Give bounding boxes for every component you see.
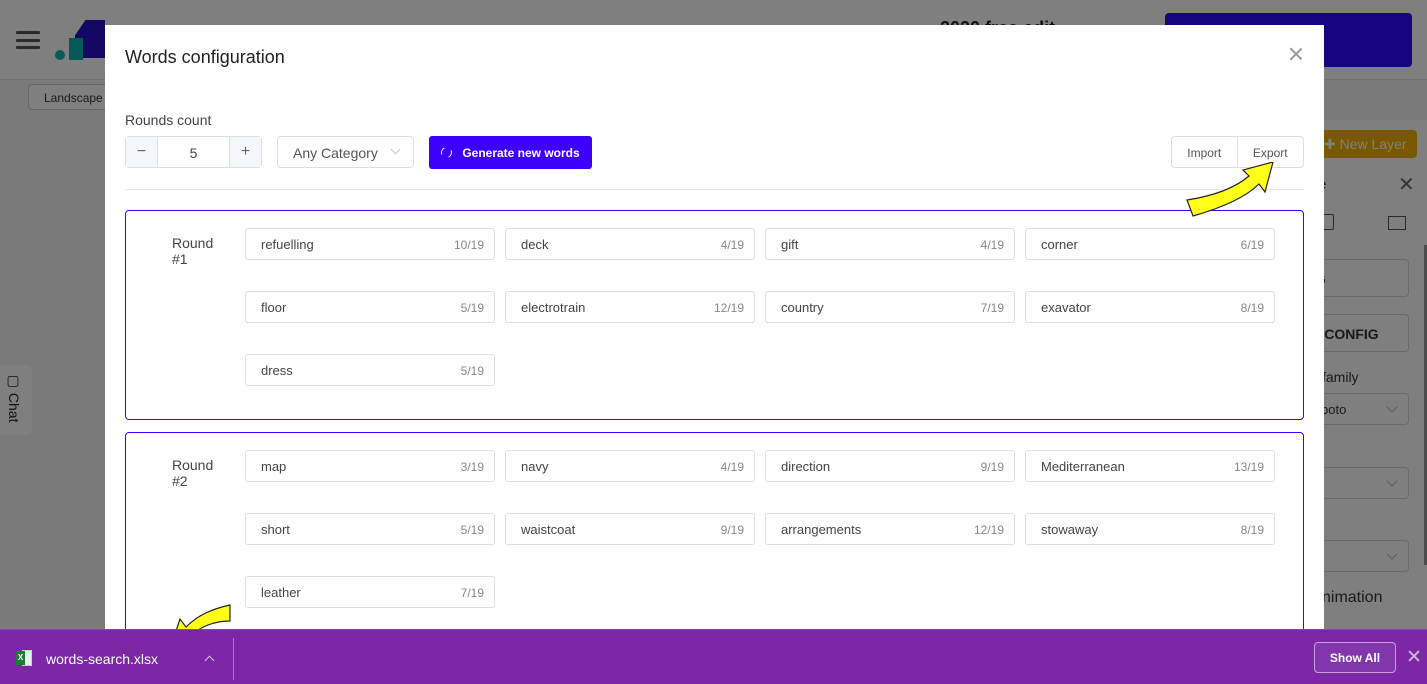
word-length-counter: 7/19 bbox=[460, 586, 484, 600]
generate-new-words-button[interactable]: Generate new words bbox=[429, 136, 592, 169]
category-value: Any Category bbox=[293, 145, 378, 161]
close-icon[interactable] bbox=[1288, 46, 1304, 62]
word-text: arrangements bbox=[781, 522, 862, 537]
round-label: Round #2 bbox=[172, 457, 214, 489]
word-text: short bbox=[261, 522, 290, 537]
excel-icon: X bbox=[16, 650, 32, 666]
word-text: electrotrain bbox=[521, 300, 586, 315]
word-text: exavator bbox=[1041, 300, 1091, 315]
word-input[interactable]: stowaway 8/19 bbox=[1025, 513, 1275, 545]
word-length-counter: 6/19 bbox=[1240, 238, 1264, 252]
word-input[interactable]: deck 4/19 bbox=[505, 228, 755, 260]
word-input[interactable]: country 7/19 bbox=[765, 291, 1015, 323]
word-text: stowaway bbox=[1041, 522, 1099, 537]
word-length-counter: 4/19 bbox=[720, 238, 744, 252]
word-input[interactable]: short 5/19 bbox=[245, 513, 495, 545]
word-text: navy bbox=[521, 459, 549, 474]
increment-button[interactable]: + bbox=[229, 137, 261, 167]
chevron-down-icon bbox=[390, 144, 401, 155]
word-length-counter: 5/19 bbox=[460, 523, 484, 537]
word-input[interactable]: dress 5/19 bbox=[245, 354, 495, 386]
word-length-counter: 10/19 bbox=[453, 238, 484, 252]
word-text: refuelling bbox=[261, 237, 314, 252]
round-card: Round #1 refuelling 10/19 deck 4/19 gift 4/19 c… bbox=[125, 210, 1304, 420]
word-text: country bbox=[781, 300, 824, 315]
word-length-counter: 9/19 bbox=[980, 460, 1004, 474]
word-length-counter: 4/19 bbox=[720, 460, 744, 474]
word-input[interactable]: map 3/19 bbox=[245, 450, 495, 482]
download-bar: X words-search.xlsx Show All bbox=[0, 629, 1427, 684]
word-input[interactable]: arrangements 12/19 bbox=[765, 513, 1015, 545]
word-length-counter: 4/19 bbox=[980, 238, 1004, 252]
word-text: gift bbox=[781, 237, 799, 252]
annotation-arrow-icon bbox=[1186, 162, 1274, 217]
word-length-counter: 12/19 bbox=[973, 523, 1004, 537]
divider bbox=[125, 189, 1304, 190]
word-text: direction bbox=[781, 459, 831, 474]
word-text: waistcoat bbox=[521, 522, 576, 537]
word-length-counter: 13/19 bbox=[1233, 460, 1264, 474]
word-text: corner bbox=[1041, 237, 1078, 252]
word-length-counter: 12/19 bbox=[713, 301, 744, 315]
word-input[interactable]: navy 4/19 bbox=[505, 450, 755, 482]
round-label: Round #1 bbox=[172, 235, 214, 267]
generate-label: Generate new words bbox=[462, 145, 580, 160]
word-input[interactable]: electrotrain 12/19 bbox=[505, 291, 755, 323]
word-text: Mediterranean bbox=[1041, 459, 1125, 474]
word-text: dress bbox=[261, 363, 293, 378]
word-text: deck bbox=[521, 237, 549, 252]
words-configuration-dialog: Words configuration Rounds count − 5 + A… bbox=[105, 25, 1324, 684]
dialog-title: Words configuration bbox=[125, 47, 285, 67]
word-length-counter: 7/19 bbox=[980, 301, 1004, 315]
rounds-count-stepper: − 5 + bbox=[125, 136, 262, 168]
rounds-count-input[interactable]: 5 bbox=[158, 137, 229, 167]
chevron-up-icon[interactable] bbox=[204, 655, 215, 666]
category-select[interactable]: Any Category bbox=[277, 136, 414, 168]
downloaded-file-name[interactable]: words-search.xlsx bbox=[46, 651, 158, 667]
divider bbox=[233, 638, 234, 680]
word-text: leather bbox=[261, 585, 301, 600]
word-length-counter: 5/19 bbox=[460, 364, 484, 378]
word-input[interactable]: floor 5/19 bbox=[245, 291, 495, 323]
close-icon[interactable] bbox=[1408, 650, 1420, 662]
refresh-icon bbox=[439, 145, 454, 160]
word-input[interactable]: refuelling 10/19 bbox=[245, 228, 495, 260]
word-length-counter: 8/19 bbox=[1240, 301, 1264, 315]
word-input[interactable]: corner 6/19 bbox=[1025, 228, 1275, 260]
word-input[interactable]: exavator 8/19 bbox=[1025, 291, 1275, 323]
word-text: floor bbox=[261, 300, 287, 315]
word-input[interactable]: leather 7/19 bbox=[245, 576, 495, 608]
show-all-button[interactable]: Show All bbox=[1314, 642, 1396, 673]
word-input[interactable]: gift 4/19 bbox=[765, 228, 1015, 260]
word-length-counter: 5/19 bbox=[460, 301, 484, 315]
decrement-button[interactable]: − bbox=[126, 137, 158, 167]
word-length-counter: 9/19 bbox=[720, 523, 744, 537]
rounds-count-label: Rounds count bbox=[125, 112, 212, 128]
word-length-counter: 8/19 bbox=[1240, 523, 1264, 537]
word-input[interactable]: waistcoat 9/19 bbox=[505, 513, 755, 545]
word-length-counter: 3/19 bbox=[460, 460, 484, 474]
word-input[interactable]: direction 9/19 bbox=[765, 450, 1015, 482]
word-text: map bbox=[261, 459, 287, 474]
word-input[interactable]: Mediterranean 13/19 bbox=[1025, 450, 1275, 482]
